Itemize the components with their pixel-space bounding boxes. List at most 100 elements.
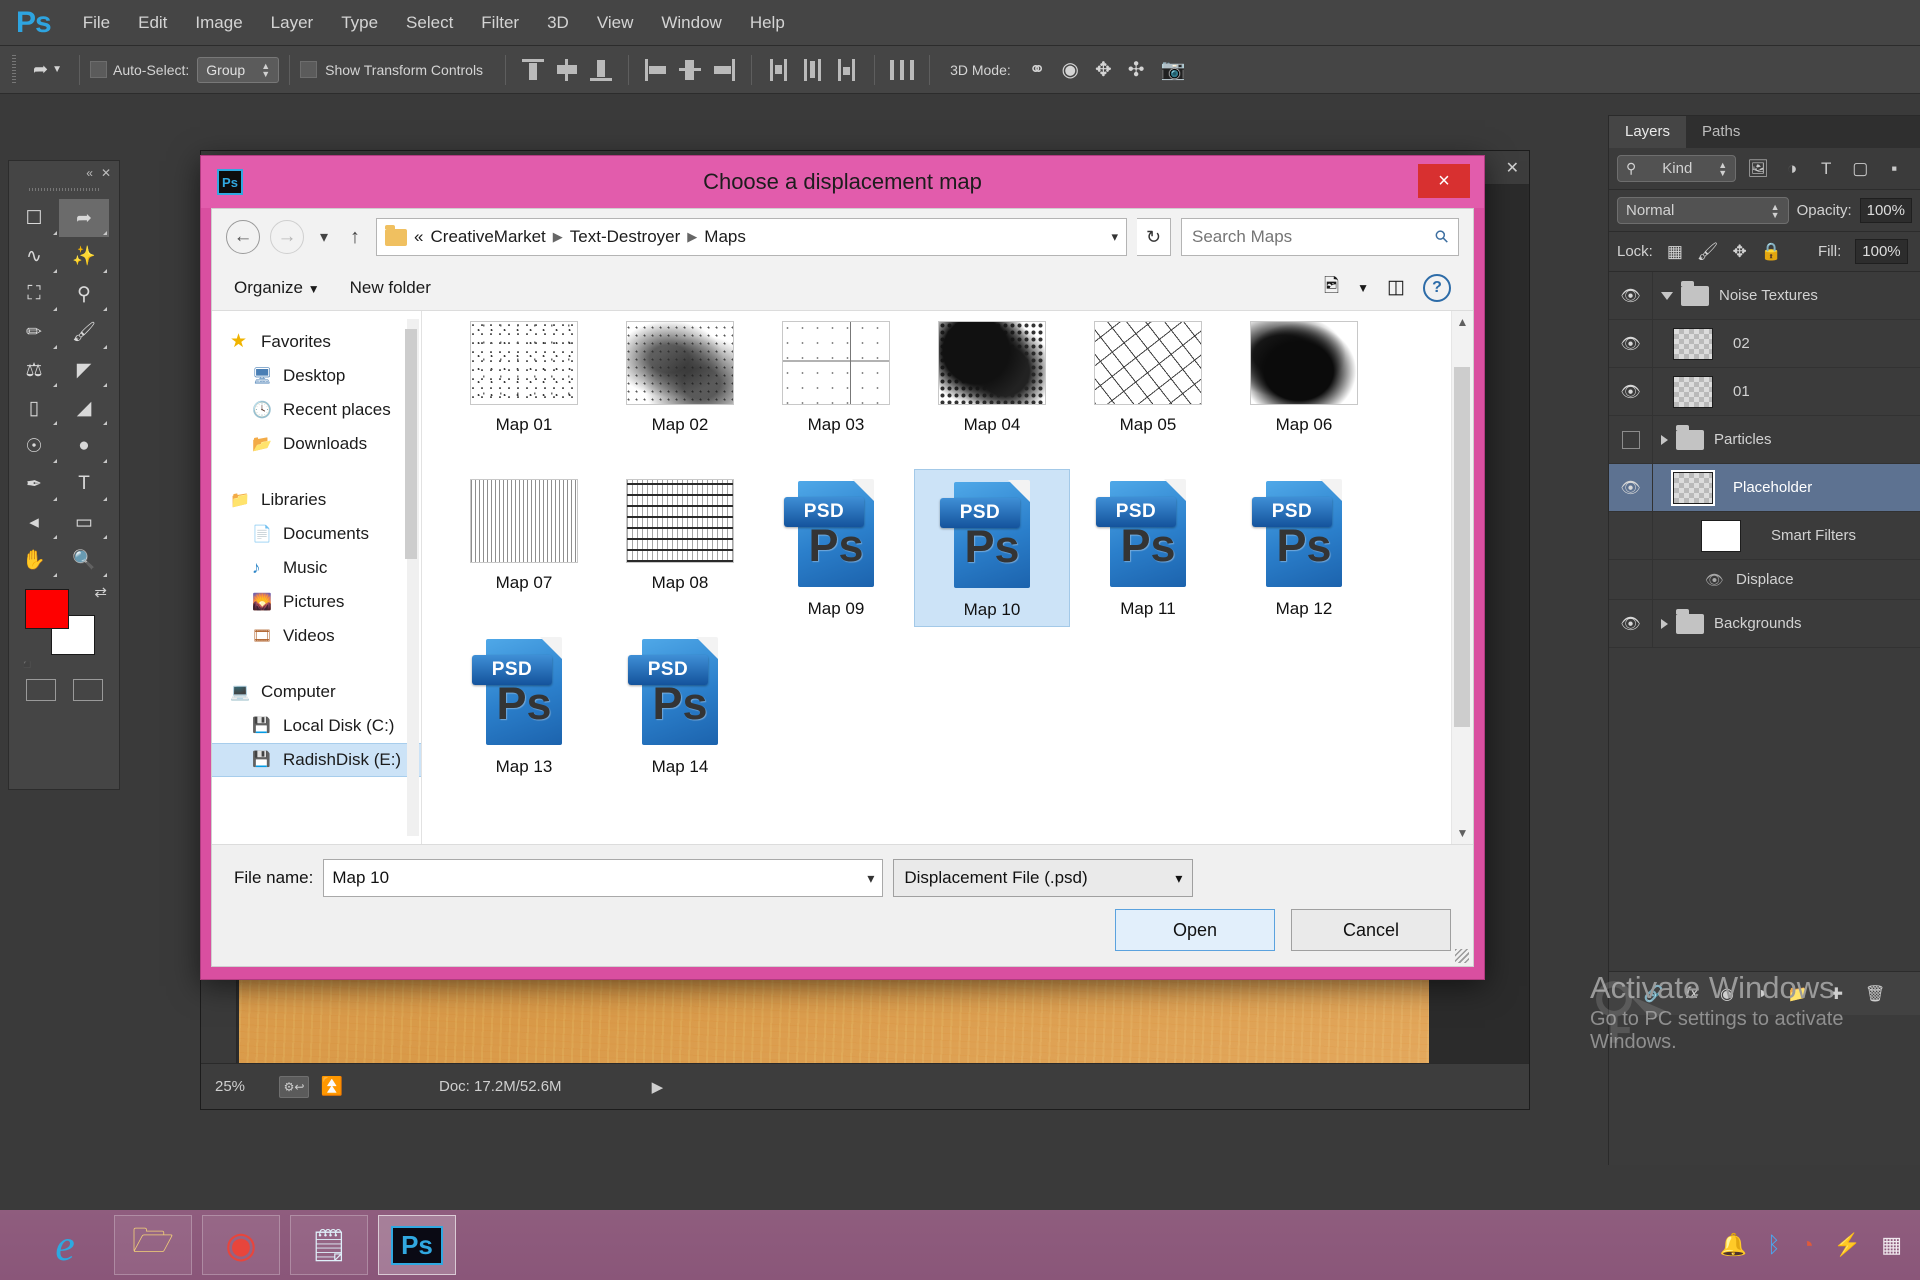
quick-mask-icon[interactable] bbox=[25, 679, 56, 701]
tool-zoom[interactable]: 🔍 bbox=[59, 541, 109, 579]
nav-item-computer[interactable]: 💻 Computer bbox=[212, 675, 421, 709]
scrollbar-thumb[interactable] bbox=[405, 329, 417, 559]
filter-adjustment-icon[interactable]: ◑ bbox=[1780, 159, 1804, 179]
tool-gradient[interactable]: ◢ bbox=[59, 389, 109, 427]
menu-3d[interactable]: 3D bbox=[533, 7, 583, 39]
show-transform-controls-checkbox[interactable] bbox=[300, 61, 318, 78]
layer-row-noise-textures[interactable]: 👁 Noise Textures bbox=[1609, 272, 1920, 320]
filter-kind-dropdown[interactable]: ⚲ Kind ▲ ▼ bbox=[1617, 155, 1737, 182]
tool-rectangle[interactable]: ▭ bbox=[59, 503, 109, 541]
menu-help[interactable]: Help bbox=[736, 7, 799, 39]
menu-view[interactable]: View bbox=[583, 7, 648, 39]
file-item-map-11[interactable]: Ps PSD Map 11 bbox=[1070, 469, 1226, 627]
file-item-map-09[interactable]: Ps PSD Map 09 bbox=[758, 469, 914, 627]
filter-type-icon[interactable]: T bbox=[1814, 159, 1838, 179]
breadcrumb[interactable]: « CreativeMarket ▶ Text-Destroyer ▶ Maps… bbox=[376, 218, 1127, 256]
nav-item-recent-places[interactable]: 🕓 Recent places bbox=[212, 393, 421, 427]
tool-crop[interactable]: ⛶ bbox=[9, 275, 59, 313]
nav-item-videos[interactable]: 🎞 Videos bbox=[212, 619, 421, 653]
nav-item-pictures[interactable]: 🌄 Pictures bbox=[212, 585, 421, 619]
tab-layers[interactable]: Layers bbox=[1609, 116, 1687, 148]
nav-item-desktop[interactable]: 🖥 Desktop bbox=[212, 359, 421, 393]
open-button[interactable]: Open bbox=[1115, 909, 1275, 951]
new-folder-button[interactable]: New folder bbox=[350, 278, 431, 298]
align-bottom-edges-icon[interactable] bbox=[588, 57, 614, 83]
document-close-icon[interactable]: ✕ bbox=[1506, 158, 1519, 178]
lock-all-icon[interactable]: 🔒 bbox=[1761, 242, 1782, 262]
3d-slide-icon[interactable]: ✣ bbox=[1128, 57, 1145, 82]
visibility-toggle-icon[interactable]: 👁 bbox=[1609, 368, 1653, 415]
nav-item-documents[interactable]: 📄 Documents bbox=[212, 517, 421, 551]
file-item-map-02[interactable]: Map 02 bbox=[602, 311, 758, 469]
expand-collapse-icon[interactable] bbox=[1661, 434, 1668, 445]
file-type-dropdown[interactable]: Displacement File (.psd) ▾ bbox=[893, 859, 1194, 897]
tool-magic-wand[interactable]: ✨ bbox=[59, 237, 109, 275]
dialog-resize-grip[interactable] bbox=[1455, 949, 1469, 963]
menu-type[interactable]: Type bbox=[327, 7, 392, 39]
file-item-map-01[interactable]: Map 01 bbox=[446, 311, 602, 469]
new-layer-icon[interactable]: ✚ bbox=[1830, 984, 1843, 1004]
foreground-color-swatch[interactable] bbox=[25, 589, 69, 629]
status-expand-icon[interactable]: ▶ bbox=[652, 1078, 664, 1096]
align-right-edges-icon[interactable] bbox=[711, 57, 737, 83]
tool-history-brush[interactable]: ◤ bbox=[59, 351, 109, 389]
expand-collapse-icon[interactable] bbox=[1661, 618, 1668, 629]
antivirus-icon[interactable]: ◔ bbox=[1801, 1232, 1814, 1258]
file-item-map-07[interactable]: Map 07 bbox=[446, 469, 602, 627]
options-bar-grip[interactable] bbox=[8, 54, 20, 85]
nav-item-libraries[interactable]: 📁 Libraries bbox=[212, 483, 421, 517]
delete-layer-icon[interactable]: 🗑 bbox=[1865, 984, 1885, 1004]
breadcrumb-part-maps[interactable]: Maps bbox=[704, 227, 746, 247]
search-box[interactable]: ⚲ bbox=[1181, 218, 1459, 256]
visibility-toggle-icon[interactable]: 👁 bbox=[1609, 600, 1653, 647]
visibility-toggle-icon[interactable]: 👁 bbox=[1705, 571, 1724, 589]
file-item-map-05[interactable]: Map 05 bbox=[1070, 311, 1226, 469]
tool-dodge[interactable]: ● bbox=[59, 427, 109, 465]
auto-select-scope-dropdown[interactable]: Group ▲ ▼ bbox=[197, 56, 280, 83]
visibility-toggle-icon[interactable]: 👁 bbox=[1609, 272, 1653, 319]
preview-pane-icon[interactable]: ◫ bbox=[1387, 276, 1405, 299]
layer-row-01[interactable]: 👁 01 bbox=[1609, 368, 1920, 416]
tool-eyedropper[interactable]: ⚲ bbox=[59, 275, 109, 313]
auto-select-checkbox[interactable] bbox=[90, 61, 107, 78]
filter-pixel-icon[interactable]: 🖼 bbox=[1746, 159, 1770, 179]
menu-select[interactable]: Select bbox=[392, 7, 467, 39]
3d-roll-icon[interactable]: ◉ bbox=[1062, 57, 1079, 82]
close-icon[interactable]: ✕ bbox=[101, 166, 111, 180]
align-left-edges-icon[interactable] bbox=[643, 57, 669, 83]
dialog-close-button[interactable]: × bbox=[1418, 164, 1470, 198]
power-icon[interactable]: ⚡ bbox=[1834, 1232, 1861, 1258]
swap-colors-icon[interactable]: ⇄ bbox=[94, 583, 107, 601]
blend-mode-dropdown[interactable]: Normal ▲ ▼ bbox=[1617, 197, 1789, 224]
tool-type[interactable]: T bbox=[59, 465, 109, 503]
nav-item-favorites[interactable]: ★ Favorites bbox=[212, 325, 421, 359]
layer-mask-icon[interactable]: ◉ bbox=[1720, 984, 1734, 1004]
up-one-level-button[interactable]: ↑ bbox=[344, 222, 366, 253]
layer-row-particles[interactable]: Particles bbox=[1609, 416, 1920, 464]
nav-item-music[interactable]: ♪ Music bbox=[212, 551, 421, 585]
taskbar-item-google-chrome[interactable]: ◉ bbox=[202, 1215, 280, 1275]
cancel-button[interactable]: Cancel bbox=[1291, 909, 1451, 951]
lock-position-icon[interactable]: ✥ bbox=[1733, 242, 1747, 262]
menu-file[interactable]: File bbox=[69, 7, 124, 39]
organize-button[interactable]: Organize ▼ bbox=[234, 278, 320, 298]
distribute-spacing-icon[interactable] bbox=[889, 57, 915, 83]
zoom-level[interactable]: 25% bbox=[215, 1078, 279, 1095]
tool-lasso[interactable]: ∿ bbox=[9, 237, 59, 275]
menu-window[interactable]: Window bbox=[647, 7, 735, 39]
visibility-toggle-icon[interactable]: 👁 bbox=[1609, 464, 1653, 511]
3d-orbit-icon[interactable]: ⚭ bbox=[1029, 57, 1046, 82]
3d-pan-icon[interactable]: ✥ bbox=[1095, 57, 1112, 82]
tab-paths[interactable]: Paths bbox=[1686, 116, 1756, 148]
distribute-vertical-centers-icon[interactable] bbox=[800, 57, 826, 83]
scroll-down-icon[interactable]: ▼ bbox=[1457, 826, 1469, 840]
toolbox-grip[interactable] bbox=[29, 185, 99, 195]
fill-value[interactable]: 100% bbox=[1855, 239, 1908, 264]
move-tool-preset[interactable]: ➦ ▼ bbox=[26, 55, 69, 84]
network-icon[interactable]: ▦ bbox=[1881, 1232, 1902, 1258]
align-vertical-centers-icon[interactable] bbox=[554, 57, 580, 83]
filter-shape-icon[interactable]: ▢ bbox=[1848, 159, 1872, 179]
layer-row-backgrounds[interactable]: 👁 Backgrounds bbox=[1609, 600, 1920, 648]
expand-collapse-icon[interactable] bbox=[1661, 291, 1673, 300]
settings-icon[interactable]: ⚙↩ bbox=[279, 1075, 309, 1098]
